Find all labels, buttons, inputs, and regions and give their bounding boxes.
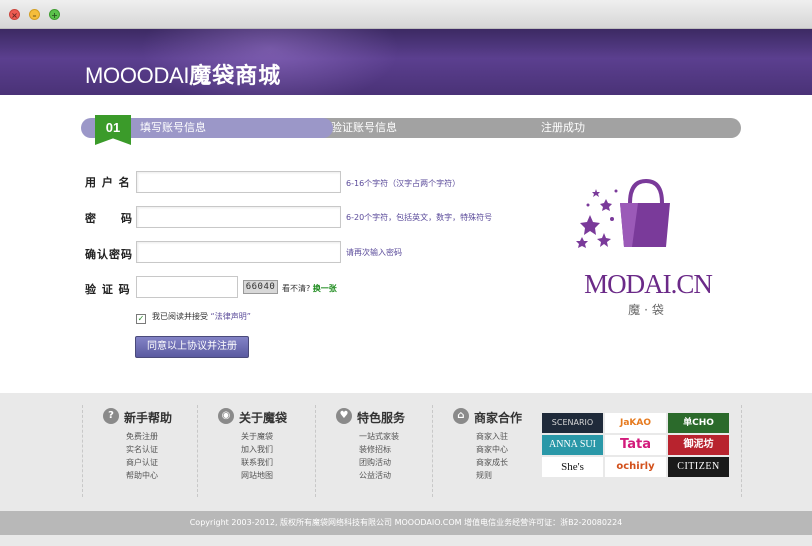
footer-link[interactable]: 实名认证 xyxy=(126,444,158,457)
footer-link[interactable]: 装修招标 xyxy=(359,444,399,457)
site-footer: ? 新手帮助 免费注册 实名认证 商户认证 帮助中心 ◉ 关于魔袋 关于魔袋 加… xyxy=(0,393,812,511)
username-label: 用 户 名 xyxy=(85,176,131,189)
footer-link[interactable]: 商家中心 xyxy=(476,444,508,457)
footer-column-help: ? 新手帮助 免费注册 实名认证 商户认证 帮助中心 xyxy=(82,405,197,497)
modai-brand-logo: MODAI.CN 魔·袋 xyxy=(560,175,730,325)
step-label: 填写账号信息 xyxy=(140,121,206,134)
legal-statement-link[interactable]: “法律声明” xyxy=(211,312,251,321)
password-label: 密 码 xyxy=(85,212,133,225)
agree-and-register-button[interactable]: 同意以上协议并注册 xyxy=(135,336,249,358)
captcha-unclear-text: 看不清? xyxy=(282,284,311,293)
footer-column-about: ◉ 关于魔袋 关于魔袋 加入我们 联系我们 网站地图 xyxy=(197,405,315,497)
footer-link[interactable]: 加入我们 xyxy=(241,444,273,457)
close-window-button[interactable]: × xyxy=(9,9,20,20)
captcha-input[interactable] xyxy=(136,276,238,298)
footer-link[interactable]: 公益活动 xyxy=(359,470,399,483)
footer-column-merchant: ⌂ 商家合作 商家入驻 商家中心 商家成长 规则 xyxy=(432,405,532,497)
captcha-help: 看不清? 换一张 xyxy=(282,283,337,294)
captcha-label: 验 证 码 xyxy=(85,283,131,296)
footer-link-list: 商家入驻 商家中心 商家成长 规则 xyxy=(476,431,508,483)
captcha-refresh-link[interactable]: 换一张 xyxy=(313,284,337,293)
step-label: 注册成功 xyxy=(541,121,585,134)
brand-name-text: MODAI.CN xyxy=(584,269,713,299)
confirm-password-input[interactable] xyxy=(136,241,341,263)
brand-logo-tata[interactable]: Tata xyxy=(605,435,666,455)
footer-link[interactable]: 帮助中心 xyxy=(126,470,158,483)
footer-column-title: 商家合作 xyxy=(474,411,523,425)
step-verify-account: 验证账号信息 xyxy=(303,118,533,138)
footer-link[interactable]: 商家入驻 xyxy=(476,431,508,444)
footer-link[interactable]: 免费注册 xyxy=(126,431,158,444)
brand-logo-shes[interactable]: She's xyxy=(542,457,603,477)
username-input[interactable] xyxy=(136,171,341,193)
maximize-window-button[interactable]: + xyxy=(49,9,60,20)
registration-steps: 01 填写账号信息 验证账号信息 注册成功 xyxy=(81,115,741,145)
logo-latin-text: MOOODAI xyxy=(85,63,190,88)
brand-sub-text: 魔·袋 xyxy=(628,303,668,317)
password-input[interactable] xyxy=(136,206,341,228)
footer-divider xyxy=(741,405,742,497)
footer-column-title: 关于魔袋 xyxy=(239,411,288,425)
brand-logo-cho[interactable]: 单CHO xyxy=(668,413,729,433)
brand-logo-jakao[interactable]: JaKAO xyxy=(605,413,666,433)
footer-link[interactable]: 关于魔袋 xyxy=(241,431,273,444)
footer-link-list: 关于魔袋 加入我们 联系我们 网站地图 xyxy=(241,431,273,483)
agreement-text: 我已阅读并接受 xyxy=(152,312,208,321)
shopping-bag-icon xyxy=(576,178,670,248)
footer-link[interactable]: 网站地图 xyxy=(241,470,273,483)
logo-chinese-text: 魔袋商城 xyxy=(189,63,282,88)
footer-link[interactable]: 规则 xyxy=(476,470,508,483)
footer-link[interactable]: 商家成长 xyxy=(476,457,508,470)
window-titlebar: × – + xyxy=(0,0,812,29)
footer-column-title: 新手帮助 xyxy=(124,411,173,425)
copyright-bar: Copyright 2003-2012, 版权所有魔袋网络科技有限公司 MOOO… xyxy=(0,511,812,535)
confirm-password-label: 确认密码 xyxy=(85,248,133,261)
brand-logo-yuniifang[interactable]: 御泥坊 xyxy=(668,435,729,455)
bottom-strip xyxy=(0,535,812,546)
footer-column-title: 特色服务 xyxy=(357,411,406,425)
username-hint: 6-16个字符（汉字占两个字符） xyxy=(346,179,461,188)
minimize-window-button[interactable]: – xyxy=(29,9,40,20)
site-header: MOOODAI魔袋商城 xyxy=(0,29,812,95)
agreement-checkbox[interactable]: ✓ xyxy=(136,314,146,324)
site-logo[interactable]: MOOODAI魔袋商城 xyxy=(85,58,281,90)
footer-link-list: 免费注册 实名认证 商户认证 帮助中心 xyxy=(126,431,158,483)
footer-link[interactable]: 一站式家装 xyxy=(359,431,399,444)
brand-logo-citizen[interactable]: CITIZEN xyxy=(668,457,729,477)
captcha-image[interactable]: 66040 xyxy=(243,280,278,294)
footer-link-list: 一站式家装 装修招标 团购活动 公益活动 xyxy=(359,431,399,483)
confirm-password-hint: 请再次输入密码 xyxy=(346,248,402,257)
password-hint: 6-20个字符，包括英文，数字，特殊符号 xyxy=(346,213,493,222)
partner-brands-grid: SCENARIO JaKAO 单CHO ANNA SUI Tata 御泥坊 Sh… xyxy=(540,411,732,497)
brand-logo-annasui[interactable]: ANNA SUI xyxy=(542,435,603,455)
footer-column-services: ♥ 特色服务 一站式家装 装修招标 团购活动 公益活动 xyxy=(315,405,432,497)
footer-link[interactable]: 商户认证 xyxy=(126,457,158,470)
footer-link[interactable]: 联系我们 xyxy=(241,457,273,470)
brand-logo-scenario[interactable]: SCENARIO xyxy=(542,413,603,433)
step-register-success: 注册成功 xyxy=(511,118,741,138)
step-label: 验证账号信息 xyxy=(331,121,397,134)
footer-link[interactable]: 团购活动 xyxy=(359,457,399,470)
brand-logo-ochirly[interactable]: ochirly xyxy=(605,457,666,477)
agreement-row: ✓ 我已阅读并接受 “法律声明” xyxy=(136,311,251,324)
step-number-flag: 01 xyxy=(95,115,131,145)
